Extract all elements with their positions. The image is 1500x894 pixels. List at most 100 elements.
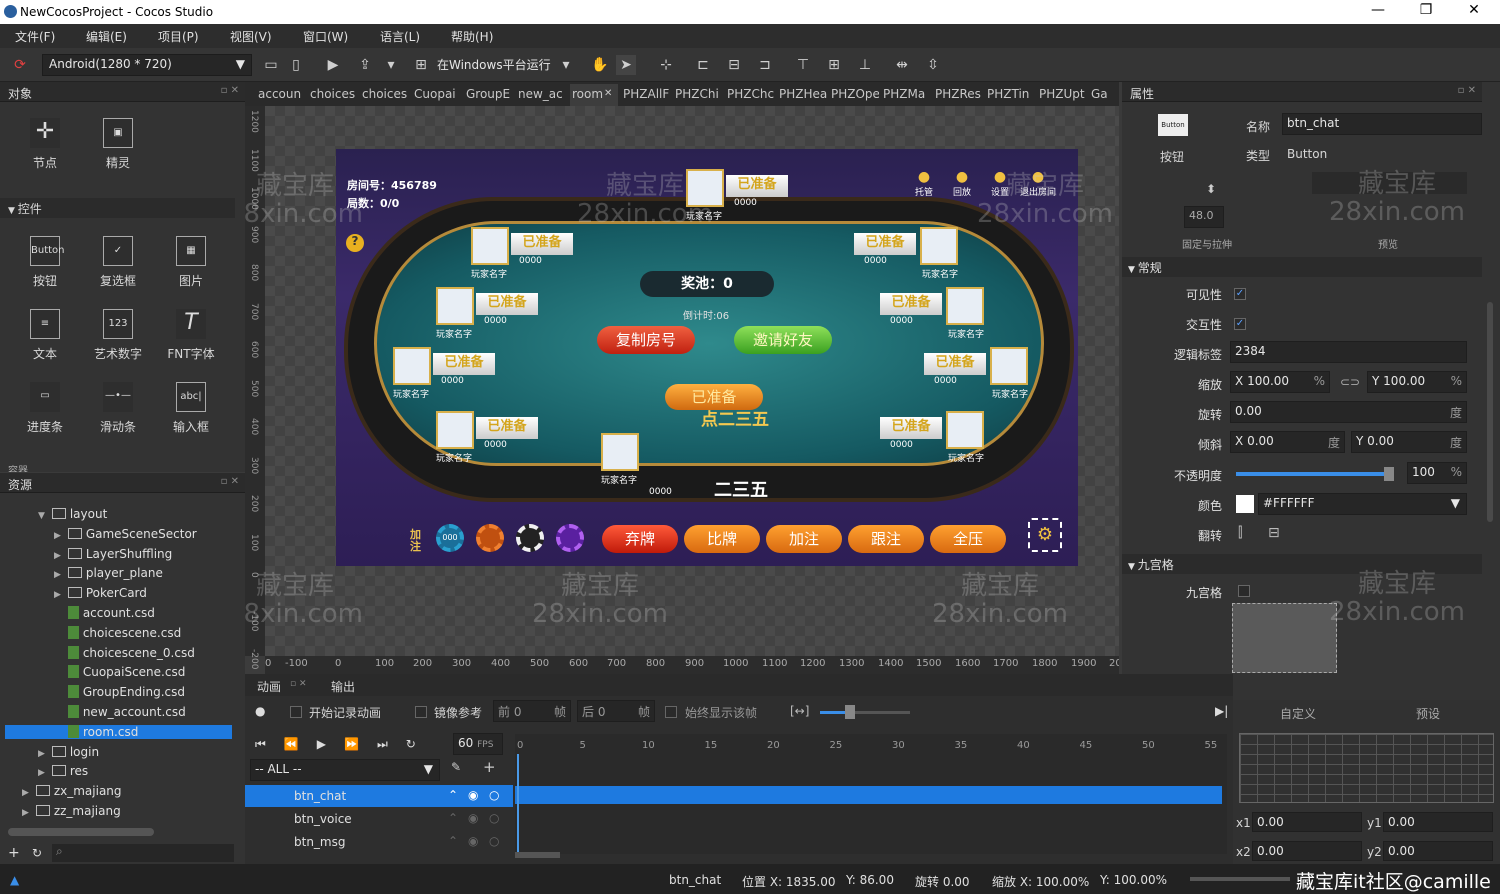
help-icon[interactable]: ?	[346, 234, 364, 252]
doc-tab[interactable]: PHZRes	[935, 87, 983, 101]
node-filter-dropdown[interactable]: -- ALL -- ▼	[250, 759, 440, 781]
align-center-icon[interactable]: ⊹	[656, 55, 676, 75]
align-left-icon[interactable]: ⊏	[693, 55, 713, 75]
menu-edit[interactable]: 编辑(E)	[86, 28, 127, 45]
color-swatch[interactable]	[1236, 495, 1254, 513]
collapsed-arrow-icon[interactable]: ▶	[22, 788, 32, 798]
play-icon[interactable]: ▶	[323, 55, 343, 75]
asset-item[interactable]: ▼ layout	[38, 507, 107, 521]
player-avatar[interactable]	[436, 411, 474, 449]
asset-item[interactable]: CuopaiScene.csd	[54, 665, 185, 679]
always-show-checkbox[interactable]	[665, 706, 677, 718]
asset-item[interactable]: room.csd	[5, 724, 232, 739]
hand-icon[interactable]: ✋	[590, 55, 610, 75]
replay-icon[interactable]: ● 回放	[944, 169, 980, 198]
player-avatar[interactable]	[601, 433, 639, 471]
maximize-button[interactable]: ❐	[1411, 2, 1441, 18]
timeline-scrollbar[interactable]	[515, 852, 560, 858]
panel-close-icon[interactable]: ▫ ✕	[221, 85, 239, 96]
player-seat[interactable]: 已准备 玩家名字 0000	[471, 227, 581, 280]
portrait-icon[interactable]: ▯	[286, 55, 306, 75]
doc-tab[interactable]: PHZTin	[987, 87, 1035, 101]
color-dropdown[interactable]: #FFFFFF ▼	[1258, 493, 1467, 515]
asset-search-input[interactable]: ⌕	[52, 844, 234, 862]
auto-play-icon[interactable]: ● 托管	[906, 169, 942, 198]
y1-input[interactable]: 0.00	[1383, 812, 1493, 832]
player-seat[interactable]: 已准备 玩家名字 0000	[876, 411, 986, 464]
doc-tab[interactable]: PHZMa	[883, 87, 931, 101]
play-icon[interactable]: ▶	[317, 737, 344, 751]
tab-custom[interactable]: 自定义	[1280, 705, 1316, 722]
chip-orange[interactable]	[476, 524, 504, 552]
doc-tab[interactable]: accoun	[258, 87, 306, 101]
collapsed-arrow-icon[interactable]: ▶	[54, 570, 64, 580]
raise-button[interactable]: 加注	[766, 525, 842, 553]
lock-icon[interactable]: ⌃	[448, 788, 458, 802]
doc-tab[interactable]: GroupE	[466, 87, 514, 101]
asset-item[interactable]: ▶ res	[38, 764, 88, 778]
opacity-slider-track[interactable]	[1236, 472, 1391, 476]
opacity-slider-handle[interactable]	[1384, 467, 1394, 481]
asset-item[interactable]: ▶ GameSceneSector	[54, 527, 197, 541]
control-image[interactable]: ▦ 图片	[155, 236, 227, 289]
expanded-arrow-icon[interactable]: ▼	[38, 511, 48, 521]
easing-curve-grid[interactable]	[1239, 733, 1494, 803]
object-node[interactable]: ✛ 节点	[9, 118, 81, 171]
animation-node-row[interactable]: btn_msg ⌃ ◉ ○	[245, 831, 513, 853]
asset-item[interactable]: new_account.csd	[54, 705, 186, 719]
tab-animation[interactable]: 动画	[257, 678, 281, 695]
asset-item[interactable]: GroupEnding.csd	[54, 685, 185, 699]
skew-x-input[interactable]: X 0.00 度	[1230, 431, 1345, 453]
visible-checkbox[interactable]: ✓	[1234, 288, 1246, 300]
add-icon[interactable]: +	[483, 758, 496, 776]
x2-input[interactable]: 0.00	[1252, 841, 1362, 861]
doc-tab[interactable]: new_ac	[518, 87, 566, 101]
collapsed-arrow-icon[interactable]: ▶	[38, 749, 48, 759]
control-checkbox[interactable]: ✓ 复选框	[82, 236, 154, 289]
chip-blue[interactable]: 000	[436, 524, 464, 552]
record-checkbox[interactable]	[290, 706, 302, 718]
rotation-input[interactable]: 0.00 度	[1230, 401, 1467, 423]
doc-tab[interactable]: PHZHea	[779, 87, 827, 101]
scene-canvas[interactable]: 1200 1100 1000 900 800 700 600 500 400 300 200 100 0…	[245, 106, 1119, 674]
player-avatar[interactable]	[436, 287, 474, 325]
section-nine-slice[interactable]: ▼ 九宫格	[1122, 554, 1482, 574]
fold-button[interactable]: 弃牌	[602, 525, 678, 553]
y2-input[interactable]: 0.00	[1383, 841, 1493, 861]
player-seat[interactable]: 已准备 玩家名字 0000	[850, 227, 960, 280]
compare-button[interactable]: 比牌	[684, 525, 760, 553]
player-avatar[interactable]	[471, 227, 509, 265]
collapsed-arrow-icon[interactable]: ▶	[54, 551, 64, 561]
minimize-button[interactable]: —	[1363, 2, 1393, 18]
properties-scrollbar[interactable]	[1487, 302, 1493, 522]
player-seat[interactable]: 玩家名字 0000	[601, 433, 711, 497]
chip-black[interactable]	[516, 524, 544, 552]
distribute-h-icon[interactable]: ⇹	[892, 55, 912, 75]
name-input[interactable]: btn_chat	[1282, 113, 1482, 135]
before-frame-input[interactable]: 前 0 帧	[493, 700, 571, 722]
containers-header[interactable]: 容器	[0, 462, 235, 472]
first-frame-icon[interactable]: ⏮	[255, 737, 284, 751]
animation-node-row[interactable]: btn_chat ⌃ ◉ ○	[245, 785, 513, 807]
controls-header[interactable]: ▼ 控件	[0, 198, 235, 218]
tab-close-icon[interactable]: ▫ ✕	[290, 679, 307, 689]
collapsed-arrow-icon[interactable]: ▶	[38, 768, 48, 778]
warning-icon[interactable]: ▲	[10, 873, 19, 887]
asset-item[interactable]: ▶ LayerShuffling	[54, 547, 172, 561]
menu-view[interactable]: 视图(V)	[230, 28, 272, 45]
collapsed-arrow-icon[interactable]: ▶	[54, 590, 64, 600]
run-dropdown-icon[interactable]: ▾	[556, 55, 576, 75]
chat-button-selected[interactable]: ⚙	[1028, 518, 1062, 552]
menu-window[interactable]: 窗口(W)	[303, 28, 348, 45]
align-hcenter-icon[interactable]: ⊟	[724, 55, 744, 75]
settings-icon[interactable]: ● 设置	[982, 169, 1018, 198]
scale-x-input[interactable]: X 100.00%	[1230, 371, 1330, 393]
align-top-icon[interactable]: ⊤	[793, 55, 813, 75]
asset-item[interactable]: choicescene_0.csd	[54, 645, 195, 660]
flip-vertical-icon[interactable]: ⊟	[1268, 525, 1280, 541]
skew-y-input[interactable]: Y 0.00 度	[1351, 431, 1467, 453]
player-seat[interactable]: 已准备 玩家名字 0000	[876, 287, 986, 340]
expand-right-icon[interactable]: ▶|	[1215, 704, 1228, 718]
panel-close-icon[interactable]: ▫ ✕	[221, 476, 239, 487]
asset-item[interactable]: ▶ player_plane	[54, 566, 163, 580]
